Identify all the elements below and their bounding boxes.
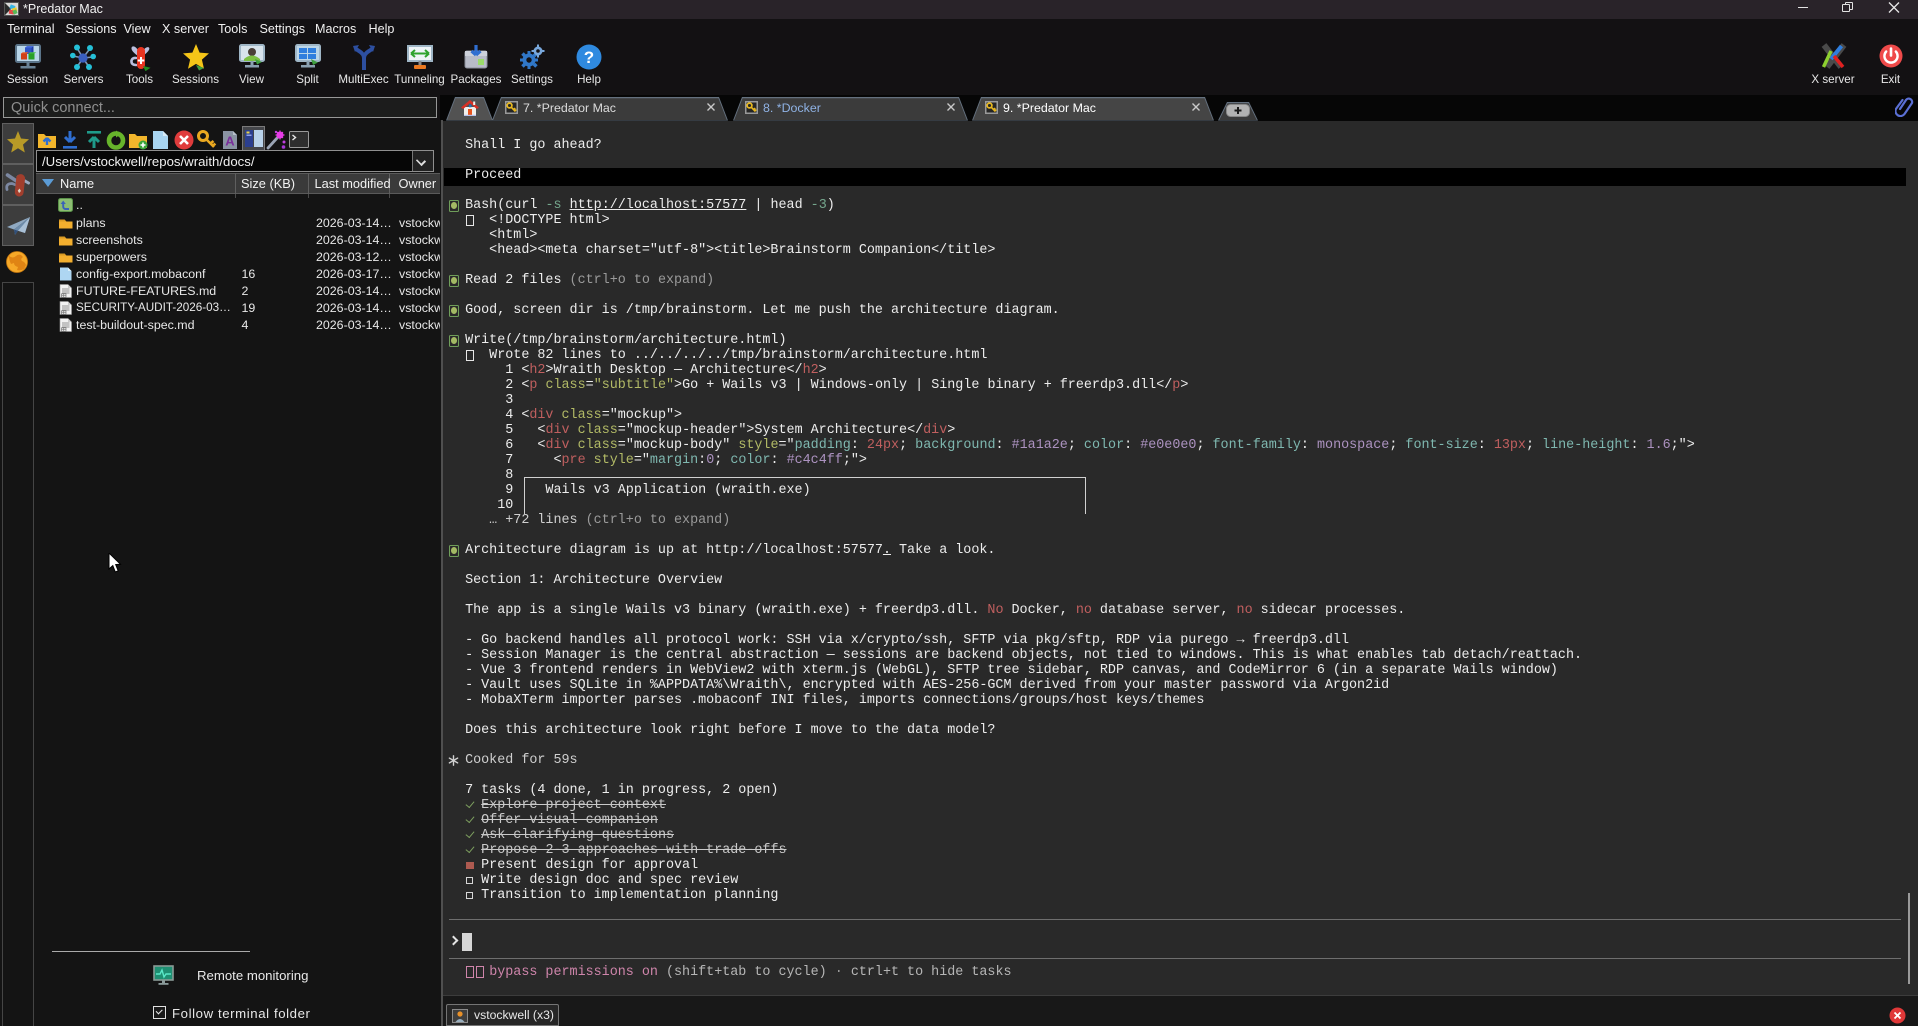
svg-text:?: ? <box>584 48 594 67</box>
svg-text:A: A <box>225 133 235 148</box>
